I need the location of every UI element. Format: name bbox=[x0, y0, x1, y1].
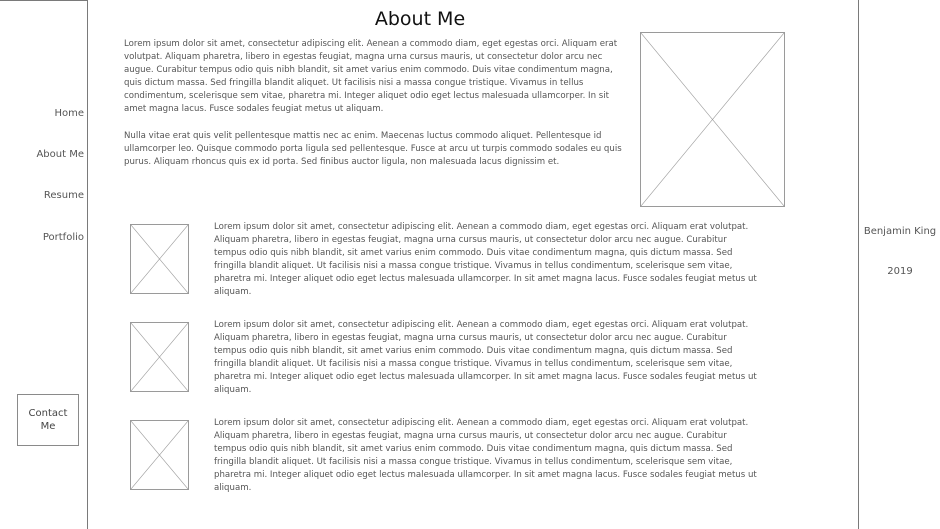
image-placeholder-icon bbox=[641, 33, 784, 206]
right-sidebar: Benjamin King 2019 bbox=[858, 0, 940, 529]
contact-me-button[interactable]: Contact Me bbox=[17, 394, 79, 446]
nav-item-resume[interactable]: Resume bbox=[44, 190, 84, 201]
image-placeholder-icon bbox=[131, 225, 188, 293]
sidebar-divider bbox=[0, 0, 88, 1]
item-image-placeholder-2 bbox=[130, 322, 189, 392]
item-image-placeholder-1 bbox=[130, 224, 189, 294]
nav-item-home[interactable]: Home bbox=[54, 108, 84, 119]
year-label: 2019 bbox=[887, 266, 913, 277]
author-name: Benjamin King bbox=[863, 226, 937, 237]
intro-paragraph-2: Nulla vitae erat quis velit pellentesque… bbox=[124, 131, 622, 167]
nav-item-portfolio[interactable]: Portfolio bbox=[43, 232, 84, 243]
image-placeholder-icon bbox=[131, 323, 188, 391]
left-sidebar: Home About Me Resume Portfolio Contact M… bbox=[0, 0, 88, 529]
item-image-placeholder-3 bbox=[130, 420, 189, 490]
page-title: About Me bbox=[374, 8, 466, 30]
item-text-2: Lorem ipsum dolor sit amet, consectetur … bbox=[214, 320, 757, 395]
profile-image-placeholder bbox=[640, 32, 785, 207]
item-text-3: Lorem ipsum dolor sit amet, consectetur … bbox=[214, 418, 757, 493]
item-text-1: Lorem ipsum dolor sit amet, consectetur … bbox=[214, 222, 757, 297]
nav-item-about-me[interactable]: About Me bbox=[36, 149, 84, 160]
image-placeholder-icon bbox=[131, 421, 188, 489]
intro-paragraph-1: Lorem ipsum dolor sit amet, consectetur … bbox=[124, 39, 618, 114]
